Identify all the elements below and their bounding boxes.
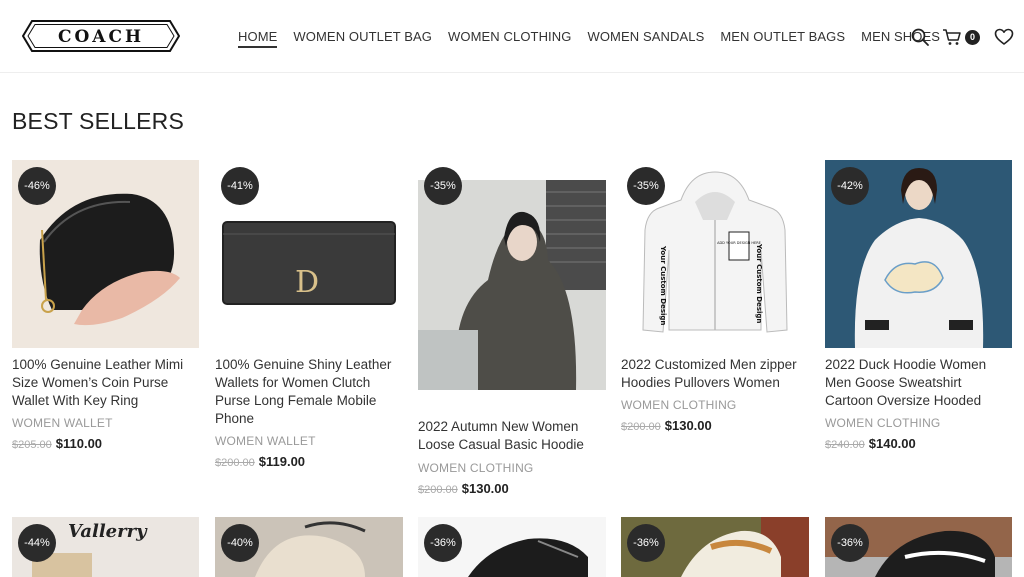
old-price: $240.00 bbox=[825, 439, 865, 451]
heart-icon[interactable] bbox=[994, 27, 1014, 52]
svg-text:COACH: COACH bbox=[58, 27, 144, 47]
product-category[interactable]: WOMEN CLOTHING bbox=[418, 461, 533, 475]
discount-badge: -35% bbox=[627, 167, 665, 205]
product-price: $200.00 $130.00 bbox=[418, 481, 509, 496]
section-title: BEST SELLERS bbox=[12, 108, 185, 134]
discount-badge: -36% bbox=[831, 524, 869, 562]
product-title[interactable]: 100% Genuine Leather Mimi Size Women’s C… bbox=[12, 356, 198, 410]
site-header: COACH HOME WOMEN OUTLET BAG WOMEN CLOTHI… bbox=[0, 0, 1024, 73]
brand-logo[interactable]: COACH bbox=[22, 20, 180, 52]
product-category[interactable]: WOMEN WALLET bbox=[12, 416, 113, 430]
old-price: $200.00 bbox=[215, 457, 255, 469]
discount-badge: -46% bbox=[18, 167, 56, 205]
nav-women-outlet-bag[interactable]: WOMEN OUTLET BAG bbox=[293, 29, 432, 48]
sale-price: $110.00 bbox=[55, 436, 103, 451]
discount-badge: -36% bbox=[424, 524, 462, 562]
sale-price: $140.00 bbox=[868, 436, 916, 451]
svg-text:ADD YOUR DESIGN HERE: ADD YOUR DESIGN HERE bbox=[717, 241, 761, 245]
sale-price: $130.00 bbox=[461, 481, 509, 496]
product-image[interactable] bbox=[418, 180, 606, 390]
svg-text:Your Custom Design: Your Custom Design bbox=[755, 243, 763, 323]
nav-home[interactable]: HOME bbox=[238, 29, 278, 48]
discount-badge: -42% bbox=[831, 167, 869, 205]
product-category[interactable]: WOMEN WALLET bbox=[215, 434, 316, 448]
product-category[interactable]: WOMEN CLOTHING bbox=[621, 398, 736, 412]
product-price: $200.00 $119.00 bbox=[215, 454, 305, 469]
product-title[interactable]: 100% Genuine Shiny Leather Wallets for W… bbox=[215, 356, 401, 428]
discount-badge: -40% bbox=[221, 524, 259, 562]
cart-icon[interactable] bbox=[942, 27, 962, 52]
nav-women-sandals[interactable]: WOMEN SANDALS bbox=[587, 29, 704, 48]
main-navigation: HOME WOMEN OUTLET BAG WOMEN CLOTHING WOM… bbox=[238, 29, 956, 48]
discount-badge: -36% bbox=[627, 524, 665, 562]
product-price: $240.00 $140.00 bbox=[825, 436, 916, 451]
svg-text:Vallerry: Vallerry bbox=[68, 521, 148, 542]
sale-price: $119.00 bbox=[258, 454, 306, 469]
svg-text:D: D bbox=[295, 265, 319, 300]
discount-badge: -44% bbox=[18, 524, 56, 562]
old-price: $205.00 bbox=[12, 439, 52, 451]
svg-text:Your Custom Design: Your Custom Design bbox=[659, 245, 667, 325]
product-category[interactable]: WOMEN CLOTHING bbox=[825, 416, 940, 430]
old-price: $200.00 bbox=[418, 484, 458, 496]
cart-count-badge: 0 bbox=[965, 30, 980, 45]
sale-price: $130.00 bbox=[664, 418, 712, 433]
product-title[interactable]: 2022 Customized Men zipper Hoodies Pullo… bbox=[621, 356, 807, 392]
discount-badge: -35% bbox=[424, 167, 462, 205]
product-price: $205.00 $110.00 bbox=[12, 436, 102, 451]
product-title[interactable]: 2022 Duck Hoodie Women Men Goose Sweatsh… bbox=[825, 356, 1011, 410]
discount-badge: -41% bbox=[221, 167, 259, 205]
nav-women-clothing[interactable]: WOMEN CLOTHING bbox=[448, 29, 571, 48]
old-price: $200.00 bbox=[621, 421, 661, 433]
product-title[interactable]: 2022 Autumn New Women Loose Casual Basic… bbox=[418, 418, 604, 454]
product-price: $200.00 $130.00 bbox=[621, 418, 712, 433]
search-icon[interactable] bbox=[910, 27, 930, 52]
nav-men-outlet-bags[interactable]: MEN OUTLET BAGS bbox=[720, 29, 845, 48]
